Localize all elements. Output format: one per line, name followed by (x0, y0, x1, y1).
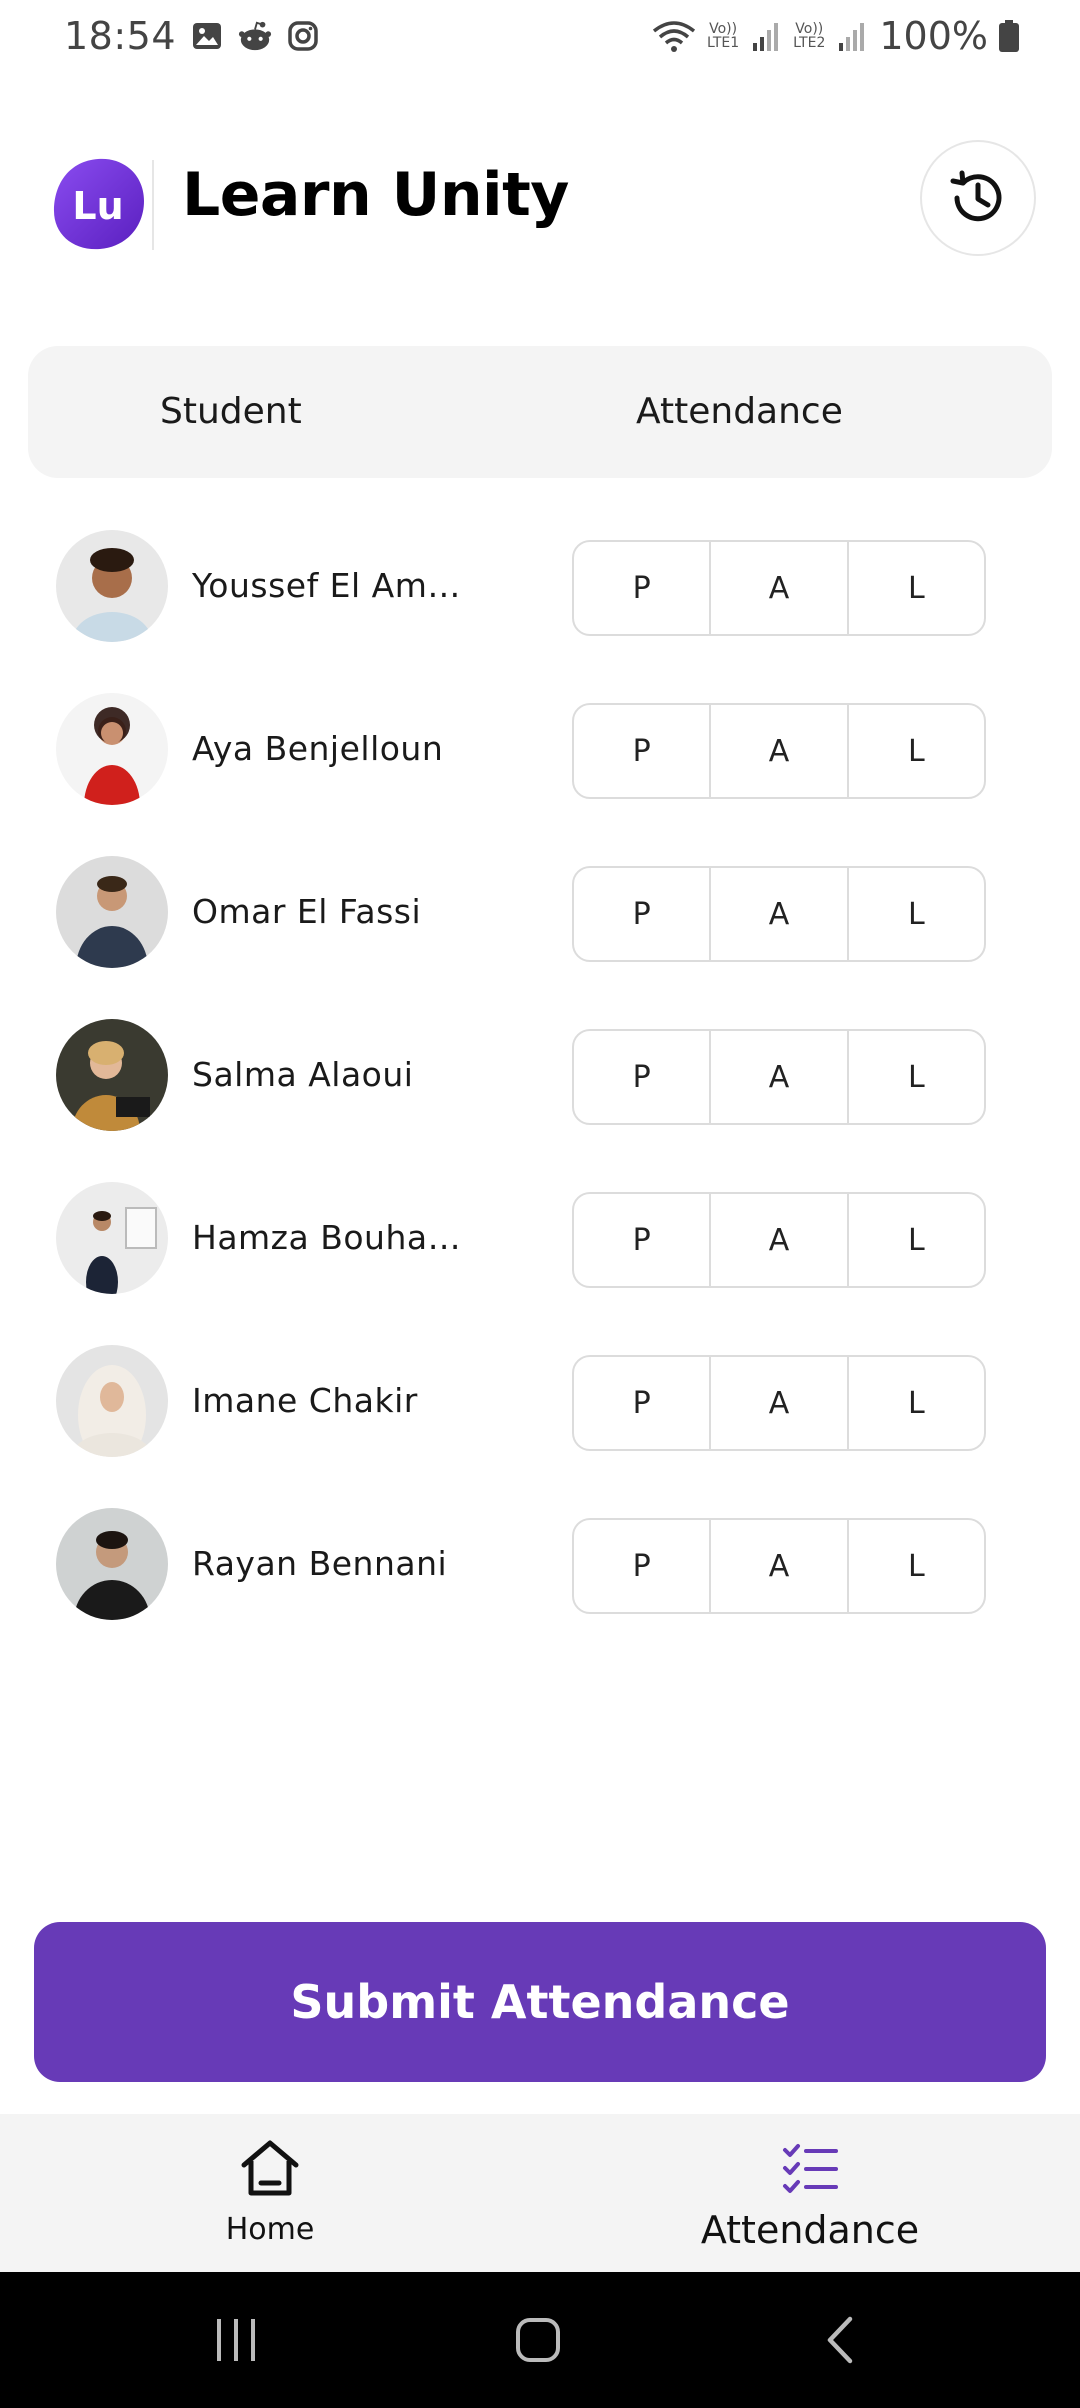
status-left: 18:54 (64, 14, 320, 58)
late-button[interactable]: L (849, 1031, 984, 1123)
attendance-selector: P A L (572, 1192, 986, 1288)
attendance-selector: P A L (572, 866, 986, 962)
reddit-icon (238, 19, 272, 53)
present-button[interactable]: P (574, 1194, 712, 1286)
logo-text: Lu (72, 184, 124, 228)
student-name: Rayan Bennani (192, 1544, 448, 1583)
column-header-student: Student (160, 391, 302, 432)
student-row: Hamza Bouha… P A L (0, 1182, 1080, 1294)
submit-attendance-button[interactable]: Submit Attendance (34, 1922, 1046, 2082)
volte-label-2: Vo)) (795, 21, 824, 37)
wifi-icon (651, 19, 697, 53)
battery-icon (998, 19, 1020, 53)
avatar (56, 693, 168, 805)
absent-button[interactable]: A (711, 1031, 849, 1123)
late-button[interactable]: L (849, 1357, 984, 1449)
avatar (56, 1345, 168, 1457)
nav-item-home[interactable]: Home (170, 2114, 370, 2272)
present-button[interactable]: P (574, 1520, 712, 1612)
late-button[interactable]: L (849, 542, 984, 634)
student-row: Imane Chakir P A L (0, 1345, 1080, 1457)
status-right: Vo)) LTE1 Vo)) LTE2 100% (651, 14, 1020, 58)
table-header: Student Attendance (28, 346, 1052, 478)
absent-button[interactable]: A (711, 1194, 849, 1286)
student-row: Youssef El Am… P A L (0, 530, 1080, 642)
status-bar: 18:54 Vo)) LTE1 Vo)) LTE2 100% (0, 0, 1080, 72)
student-name: Omar El Fassi (192, 892, 422, 931)
student-name: Hamza Bouha… (192, 1218, 462, 1257)
recents-icon[interactable] (196, 2300, 276, 2380)
student-row: Rayan Bennani P A L (0, 1508, 1080, 1620)
late-button[interactable]: L (849, 705, 984, 797)
signal-icon (835, 19, 869, 53)
absent-button[interactable]: A (711, 705, 849, 797)
volte-label: Vo)) (709, 21, 738, 37)
app-title: Learn Unity (182, 160, 569, 230)
avatar (56, 856, 168, 968)
checklist-icon (778, 2136, 842, 2200)
attendance-selector: P A L (572, 1518, 986, 1614)
image-icon (190, 19, 224, 53)
avatar (56, 530, 168, 642)
avatar (56, 1019, 168, 1131)
student-name: Imane Chakir (192, 1381, 418, 1420)
signal-icon (749, 19, 783, 53)
student-name: Salma Alaoui (192, 1055, 414, 1094)
absent-button[interactable]: A (711, 542, 849, 634)
home-icon (238, 2136, 302, 2200)
present-button[interactable]: P (574, 1357, 712, 1449)
present-button[interactable]: P (574, 1031, 712, 1123)
nav-label-attendance: Attendance (700, 2208, 920, 2252)
back-icon[interactable] (800, 2300, 880, 2380)
attendance-selector: P A L (572, 1029, 986, 1125)
sim2-indicator: Vo)) LTE2 (793, 22, 825, 50)
history-button[interactable] (920, 140, 1036, 256)
absent-button[interactable]: A (711, 1357, 849, 1449)
nav-item-attendance[interactable]: Attendance (660, 2114, 960, 2272)
app-logo: Lu (50, 155, 146, 251)
attendance-selector: P A L (572, 703, 986, 799)
avatar (56, 1508, 168, 1620)
header-divider (152, 160, 154, 250)
instagram-icon (286, 19, 320, 53)
student-row: Aya Benjelloun P A L (0, 693, 1080, 805)
student-name: Youssef El Am… (192, 566, 461, 605)
present-button[interactable]: P (574, 542, 712, 634)
absent-button[interactable]: A (711, 868, 849, 960)
sim2-label: LTE2 (793, 35, 826, 51)
attendance-selector: P A L (572, 1355, 986, 1451)
late-button[interactable]: L (849, 1520, 984, 1612)
present-button[interactable]: P (574, 705, 712, 797)
student-name: Aya Benjelloun (192, 729, 444, 768)
home-system-icon[interactable] (498, 2300, 578, 2380)
late-button[interactable]: L (849, 868, 984, 960)
system-nav-bar (0, 2272, 1080, 2408)
app-header: Lu Learn Unity (0, 130, 1080, 270)
attendance-selector: P A L (572, 540, 986, 636)
history-icon (950, 170, 1002, 222)
present-button[interactable]: P (574, 868, 712, 960)
battery-percent: 100% (879, 14, 988, 58)
sim1-label: LTE1 (706, 35, 740, 51)
student-row: Salma Alaoui P A L (0, 1019, 1080, 1131)
student-row: Omar El Fassi P A L (0, 856, 1080, 968)
absent-button[interactable]: A (711, 1520, 849, 1612)
status-time: 18:54 (64, 14, 177, 58)
nav-label-home: Home (225, 2212, 315, 2247)
late-button[interactable]: L (849, 1194, 984, 1286)
bottom-nav: Home Attendance (0, 2114, 1080, 2272)
avatar (56, 1182, 168, 1294)
sim1-indicator: Vo)) LTE1 (707, 22, 739, 50)
column-header-attendance: Attendance (636, 391, 843, 432)
